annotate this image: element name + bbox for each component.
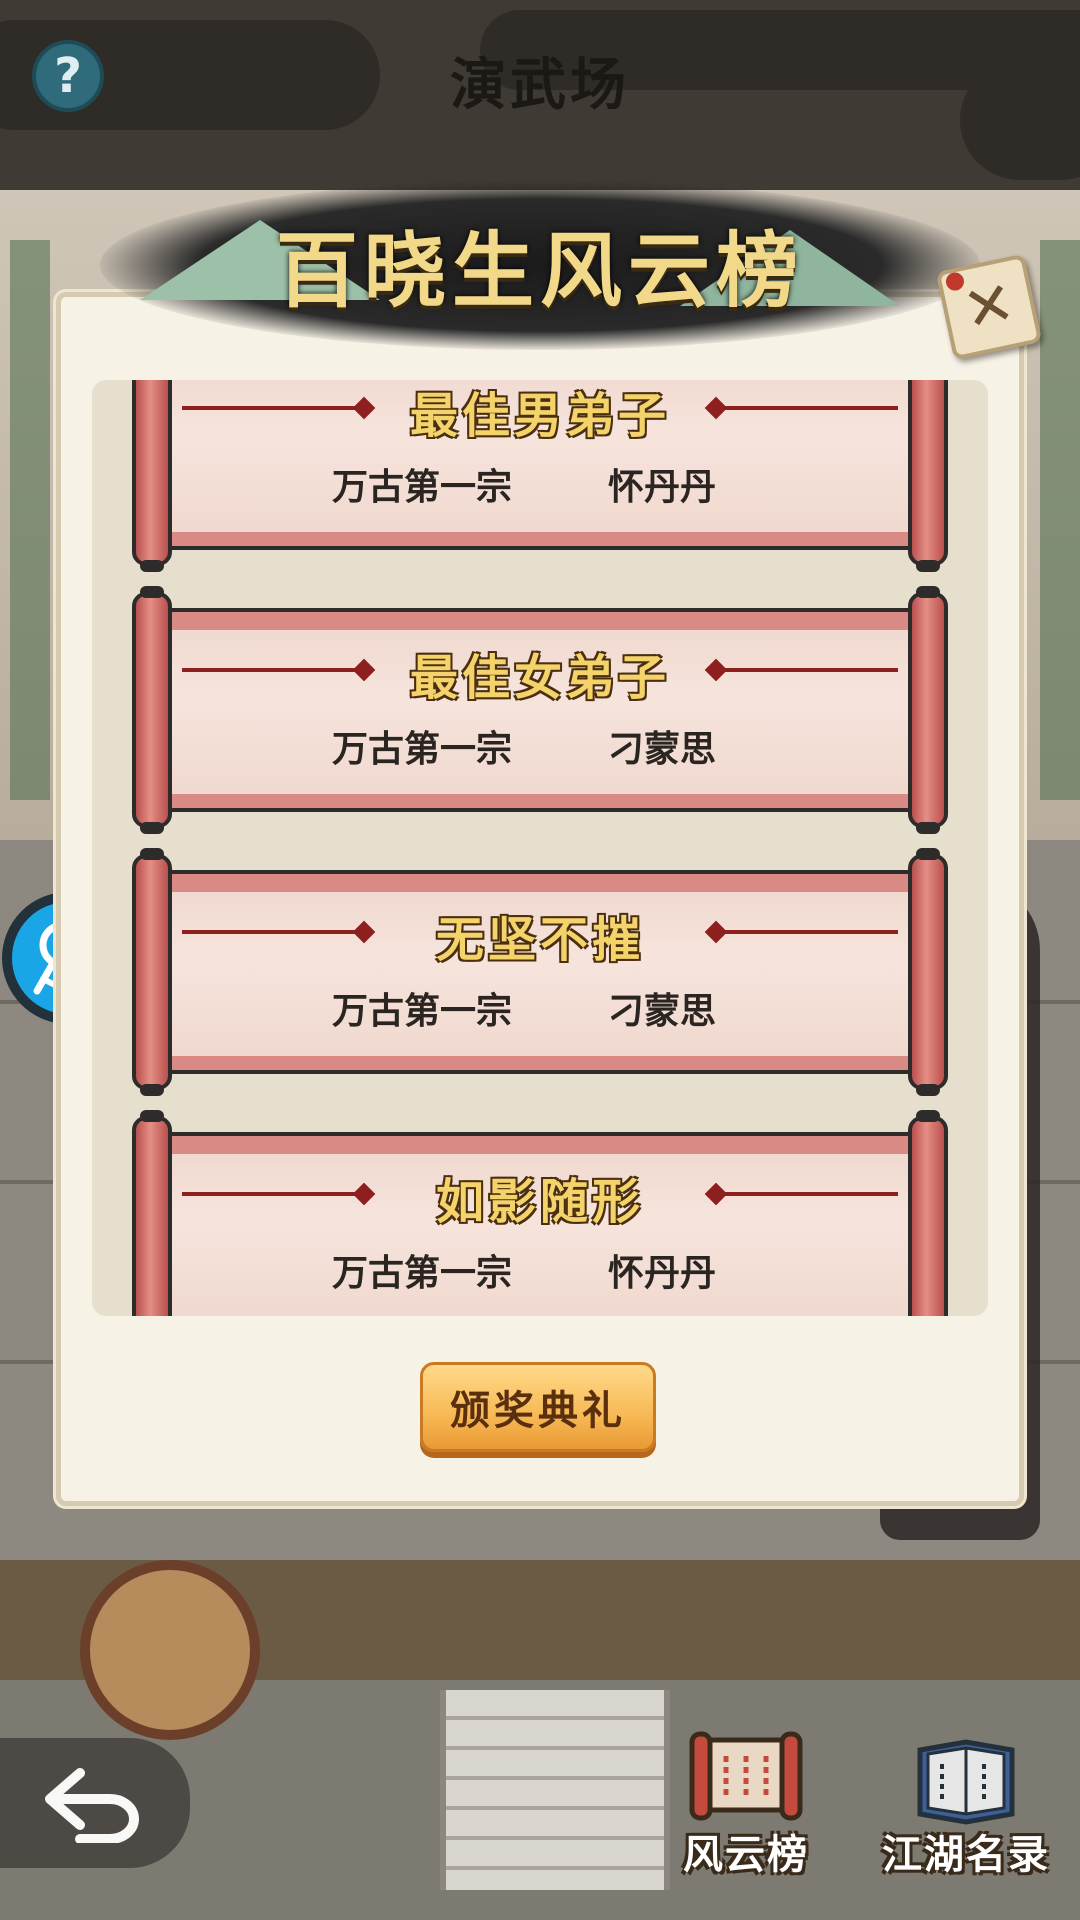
award-title: 最佳女弟子 [409,650,670,706]
scroll-rod [908,848,948,1096]
back-button[interactable] [0,1738,190,1868]
award-ceremony-button[interactable]: 颁奖典礼 [420,1362,656,1452]
award-winner: 刁蒙思 [608,991,717,1032]
close-button[interactable]: ✕ [935,253,1043,361]
scroll-rod [132,848,172,1096]
award-scroll: 最佳男弟子 万古第一宗 怀丹丹 [132,380,948,572]
scroll-icon [689,1731,803,1821]
award-winner: 刁蒙思 [608,729,717,770]
award-title: 无坚不摧 [435,912,644,968]
award-sect: 万古第一宗 [332,729,513,770]
nav-directory[interactable]: 江湖名录 [876,1730,1056,1880]
award-sect: 万古第一宗 [332,991,513,1032]
stone-steps [440,1690,670,1890]
nav-leaderboard[interactable]: 风云榜 [656,1730,836,1880]
book-icon [917,1739,1015,1825]
award-scroll: 最佳女弟子 万古第一宗 刁蒙思 [132,586,948,834]
nav-label: 江湖名录 [882,1832,1050,1878]
close-icon: ✕ [957,267,1021,347]
award-title: 如影随形 [435,1174,644,1230]
bamboo [1040,240,1080,800]
awards-list[interactable]: 最佳男弟子 万古第一宗 怀丹丹 最佳女弟子 万古第一宗 刁蒙思 无坚不摧 万古第… [92,380,988,1316]
award-winner: 怀丹丹 [608,467,717,508]
award-scroll: 无坚不摧 万古第一宗 刁蒙思 [132,848,948,1096]
award-sect: 万古第一宗 [332,1253,513,1294]
banner-title: 百晓生风云榜 [275,223,804,319]
back-arrow-icon [45,1768,139,1843]
award-title: 最佳男弟子 [409,388,670,444]
bamboo [10,240,50,800]
scroll-rod [132,586,172,834]
award-sect: 万古第一宗 [332,467,513,508]
scroll-rod [908,586,948,834]
award-scroll: 如影随形 万古第一宗 怀丹丹 [132,1110,948,1316]
award-winner: 怀丹丹 [608,1253,717,1294]
nav-label: 风云榜 [683,1832,809,1878]
page-title: 演武场 [450,53,630,118]
drum [80,1560,260,1740]
modal-banner: 百晓生风云榜 [60,160,1020,360]
